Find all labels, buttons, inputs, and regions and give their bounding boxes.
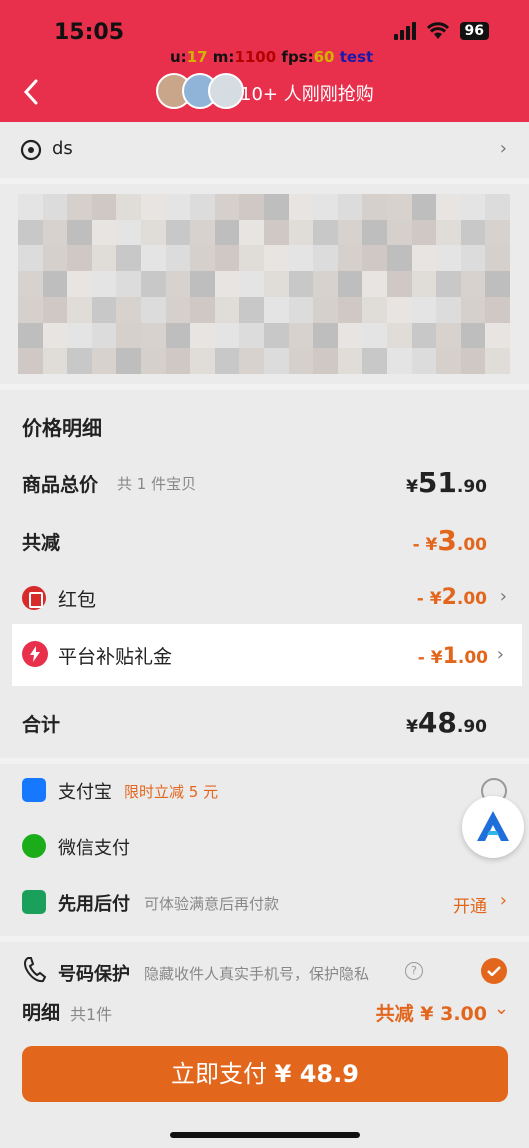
help-icon[interactable]: ? — [405, 962, 423, 980]
alipay-promo: 限时立减 5 元 — [124, 783, 219, 801]
location-pin-icon — [20, 139, 42, 161]
home-indicator — [170, 1132, 360, 1138]
number-protection-checkbox[interactable] — [481, 958, 507, 984]
detail-reduce[interactable]: 共减 ¥ 3.00 — [376, 999, 487, 1026]
red-packet-icon — [22, 586, 46, 610]
debug-overlay: u:17 m:1100 fps:60 test — [170, 48, 374, 66]
buyer-avatars — [156, 73, 244, 109]
platform-subsidy-row[interactable]: 平台补贴礼金 - ¥1.00 › — [12, 624, 522, 686]
chevron-right-icon: › — [499, 138, 507, 159]
product-image-pixelated — [18, 194, 510, 374]
goods-count: 共 1 件宝贝 — [117, 475, 197, 493]
price-detail-section: 价格明细 商品总价 共 1 件宝贝 ¥51.90 共减 - ¥3.00 红包 -… — [0, 390, 529, 758]
wifi-icon — [426, 22, 449, 39]
pay-later-activate[interactable]: 开通 — [453, 892, 487, 917]
pay-later-option[interactable]: 先用后付 可体验满意后再付款 开通 › — [0, 876, 529, 932]
chevron-right-icon: › — [499, 586, 507, 607]
wechat-pay-option[interactable]: 微信支付 — [0, 820, 440, 876]
detail-count: 共1件 — [70, 1005, 113, 1024]
pay-now-button[interactable]: 立即支付 ¥ 48.9 — [22, 1046, 508, 1102]
phone-icon — [24, 957, 47, 983]
avatar — [208, 73, 244, 109]
alipay-label: 支付宝 — [58, 782, 112, 803]
sum-label: 合计 — [22, 714, 61, 736]
product-card[interactable] — [0, 184, 529, 384]
recent-buyers-text: 10+ 人刚刚抢购 — [240, 84, 374, 105]
address-text: ds — [52, 138, 73, 159]
red-packet-value[interactable]: - ¥2.00 — [417, 585, 487, 610]
address-row[interactable]: ds › — [0, 122, 529, 178]
chevron-down-icon[interactable]: ⌄ — [494, 998, 509, 1019]
pay-later-icon — [22, 890, 46, 914]
alipay-icon — [22, 778, 46, 802]
chevron-right-icon: › — [499, 890, 507, 911]
wechat-pay-label: 微信支付 — [58, 838, 130, 859]
pay-later-label: 先用后付 — [58, 894, 130, 915]
detail-label: 明细 — [22, 1002, 61, 1024]
number-protection-label: 号码保护 — [58, 964, 130, 985]
chevron-left-icon — [23, 79, 38, 105]
chevron-right-icon: › — [496, 644, 504, 665]
total-reduce-value: - ¥3.00 — [412, 524, 487, 557]
assistant-logo-icon — [477, 811, 509, 841]
back-button[interactable] — [16, 76, 46, 108]
bottom-checkout-bar: 号码保护 隐藏收件人真实手机号，保护隐私 ? 明细 共1件 共减 ¥ 3.00 … — [0, 942, 529, 1148]
alipay-option[interactable]: 支付宝 限时立减 5 元 — [0, 764, 529, 820]
payment-methods: 支付宝 限时立减 5 元 微信支付 先用后付 可体验满意后再付款 开通 › — [0, 764, 529, 936]
goods-total-value: ¥51.90 — [406, 466, 487, 499]
platform-subsidy-value: - ¥1.00 — [417, 644, 488, 669]
red-packet-label: 红包 — [58, 589, 97, 611]
floating-assistant-button[interactable] — [462, 796, 524, 858]
price-detail-title: 价格明细 — [22, 416, 102, 440]
status-time: 15:05 — [54, 20, 125, 45]
pay-later-desc: 可体验满意后再付款 — [144, 895, 280, 913]
number-protection-desc: 隐藏收件人真实手机号，保护隐私 — [144, 965, 370, 983]
goods-total-label: 商品总价 — [22, 474, 99, 496]
top-header: 15:05 96 u:17 m:1100 fps:60 test 10+ 人刚刚… — [0, 0, 529, 122]
platform-subsidy-label: 平台补贴礼金 — [58, 646, 173, 668]
cellular-signal-icon — [393, 22, 416, 40]
lightning-icon — [22, 641, 48, 667]
total-reduce-label: 共减 — [22, 532, 61, 554]
status-icons: 96 — [393, 22, 489, 40]
sum-value: ¥48.90 — [406, 706, 487, 739]
wechat-pay-icon — [22, 834, 46, 858]
battery-icon: 96 — [459, 22, 489, 40]
